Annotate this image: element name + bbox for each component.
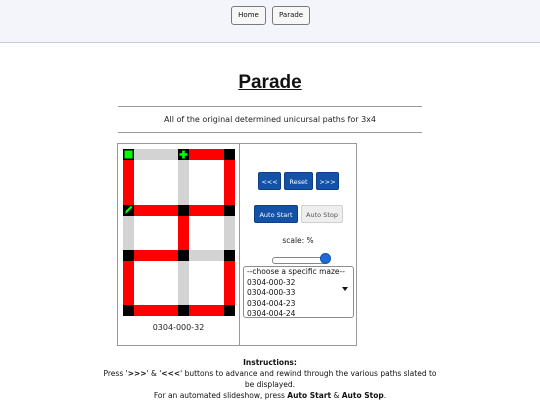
home-button[interactable]: Home [231,6,266,25]
maze-segment-unused [133,149,179,160]
control-panel: <<< Reset >>> Auto Start Auto Stop scale… [239,143,357,346]
green-square-icon [123,149,134,160]
maze-option[interactable]: 0304-004-23 [244,299,353,310]
green-cross-icon [178,149,189,160]
maze-node [178,305,189,316]
parade-button[interactable]: Parade [272,6,310,25]
instructions: Instructions: Press '>>>' & '<<<' button… [100,357,440,401]
page-title: Parade [238,72,302,93]
top-divider [118,106,422,107]
maze-node [178,205,189,216]
next-button[interactable]: >>> [316,172,339,190]
maze-panel: 0304-000-32 [117,143,240,346]
bottom-divider [118,132,422,133]
maze-node [224,250,235,261]
auto-start-button[interactable]: Auto Start [254,205,298,223]
instructions-heading: Instructions: [243,358,297,367]
top-nav-bar: Home Parade [0,0,540,43]
maze-node [123,250,134,261]
auto-stop-button[interactable]: Auto Stop [301,205,343,223]
maze-node [224,149,235,160]
maze-node [178,250,189,261]
instructions-line-1: Press '>>>' & '<<<' buttons to advance a… [103,369,437,389]
previous-button[interactable]: <<< [258,172,281,190]
maze-option[interactable]: 0304-000-33 [244,288,353,299]
scale-slider-thumb[interactable] [319,253,331,264]
reset-button[interactable]: Reset [284,172,313,190]
maze-select-placeholder[interactable]: --choose a specific maze-- [244,267,353,278]
maze-option[interactable]: 0304-000-32 [244,278,353,289]
maze-segment-unused [178,160,189,206]
maze-node [224,305,235,316]
scale-slider[interactable] [272,257,327,264]
maze-node [123,305,134,316]
scale-label: scale: % [282,236,314,245]
maze-grid [123,149,235,316]
maze-option[interactable]: 0304-004-24 [244,309,353,317]
maze-id-label: 0304-000-32 [152,323,205,332]
pencil-icon [123,205,134,216]
maze-node [224,205,235,216]
chevron-down-icon[interactable] [342,287,348,291]
maze-segment-unused [178,261,189,307]
page-subtitle: All of the original determined unicursal… [164,115,376,124]
instructions-line-2: For an automated slideshow, press Auto S… [153,391,387,400]
maze-select[interactable]: --choose a specific maze-- 0304-000-32 0… [243,266,354,318]
